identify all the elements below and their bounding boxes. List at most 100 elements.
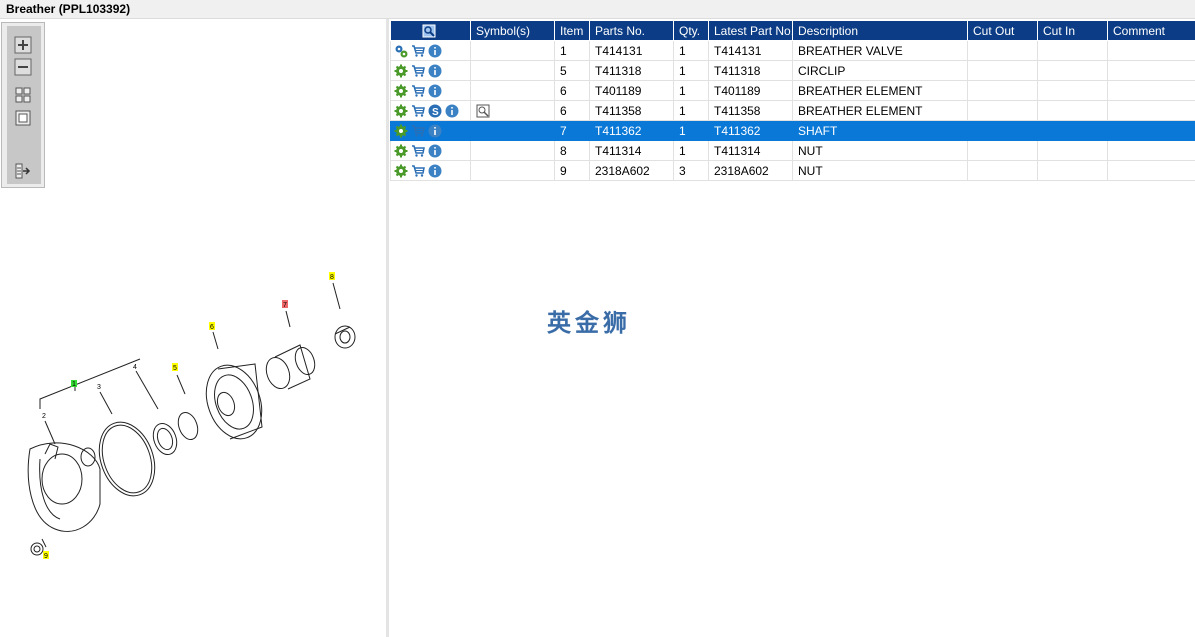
column-header-cut-in[interactable]: Cut In <box>1037 20 1108 41</box>
cut-out-cell <box>967 140 1038 161</box>
parts-no-cell: T411358 <box>589 100 674 121</box>
row-action-icons <box>390 60 471 81</box>
cart-icon[interactable] <box>411 144 425 158</box>
symbols-cell <box>470 140 555 161</box>
symbols-cell <box>470 100 555 121</box>
info-icon[interactable] <box>428 44 442 58</box>
row-action-icons <box>390 140 471 161</box>
info-icon[interactable] <box>428 124 442 138</box>
callout-7: 7 <box>283 302 287 309</box>
cut-in-cell <box>1037 40 1108 61</box>
table-row[interactable]: 5 T411318 1 T411318 CIRCLIP <box>390 60 1195 81</box>
item-cell: 6 <box>554 100 590 121</box>
symbols-cell <box>470 120 555 141</box>
seal-part <box>152 423 178 455</box>
cart-icon[interactable] <box>411 104 425 118</box>
callout-3: 3 <box>97 384 101 391</box>
details-gear-icon[interactable] <box>394 124 408 138</box>
callout-9: 9 <box>44 553 48 560</box>
cart-icon[interactable] <box>411 164 425 178</box>
details-gear-icon[interactable] <box>394 104 408 118</box>
info-icon[interactable] <box>428 144 442 158</box>
table-row[interactable]: 8 T411314 1 T411314 NUT <box>390 140 1195 161</box>
shaft-part <box>265 357 291 389</box>
o-ring-part <box>98 421 156 497</box>
info-icon[interactable] <box>428 164 442 178</box>
symbol-view-icon[interactable] <box>476 104 490 118</box>
zoom-in-icon[interactable] <box>14 36 32 54</box>
callout-2: 2 <box>42 413 46 420</box>
symbols-cell <box>470 80 555 101</box>
item-cell: 9 <box>554 160 590 181</box>
callout-1: 1 <box>72 381 76 388</box>
column-header-latest-part-no[interactable]: Latest Part No. <box>708 20 793 41</box>
supersession-s-icon[interactable]: S <box>428 104 442 118</box>
table-row[interactable]: 1 T414131 1 T414131 BREATHER VALVE <box>390 40 1195 61</box>
exploded-diagram[interactable]: 1 2 3 4 5 6 7 8 9 <box>0 19 386 637</box>
latest-part-no-cell: T401189 <box>708 80 793 101</box>
cut-out-cell <box>967 60 1038 81</box>
parts-no-cell: 2318A602 <box>589 160 674 181</box>
column-header-qty[interactable]: Qty. <box>673 20 709 41</box>
watermark-text: 英金狮 <box>547 309 631 337</box>
latest-part-no-cell: T411314 <box>708 140 793 161</box>
item-cell: 6 <box>554 80 590 101</box>
column-header-symbols[interactable]: Symbol(s) <box>470 20 555 41</box>
cut-in-cell <box>1037 140 1108 161</box>
bracket-line <box>39 358 141 409</box>
description-cell: NUT <box>792 160 968 181</box>
zoom-out-icon[interactable] <box>14 58 32 76</box>
column-header-cut-out[interactable]: Cut Out <box>967 20 1038 41</box>
row-action-icons <box>390 120 471 141</box>
housing-part <box>27 442 101 532</box>
details-gear-icon[interactable] <box>394 64 408 78</box>
info-icon[interactable] <box>445 104 459 118</box>
details-gear-icon[interactable] <box>394 84 408 98</box>
column-header-search[interactable] <box>390 20 471 41</box>
qty-cell: 1 <box>673 80 709 101</box>
table-row[interactable]: 7 T411362 1 T411362 SHAFT <box>390 120 1195 141</box>
symbols-cell <box>470 60 555 81</box>
table-row[interactable]: 6 T401189 1 T401189 BREATHER ELEMENT <box>390 80 1195 101</box>
column-header-parts-no[interactable]: Parts No. <box>589 20 674 41</box>
fit-all-icon[interactable] <box>14 86 32 104</box>
symbols-cell <box>470 160 555 181</box>
parts-no-cell: T401189 <box>589 80 674 101</box>
details-gear-icon[interactable] <box>394 44 408 58</box>
cart-icon[interactable] <box>411 84 425 98</box>
callout-6: 6 <box>210 324 214 331</box>
parts-no-cell: T411362 <box>589 120 674 141</box>
search-magnifier-icon[interactable] <box>422 24 436 38</box>
description-cell: BREATHER ELEMENT <box>792 80 968 101</box>
table-header-row: Symbol(s) Item Parts No. Qty. Latest Par… <box>390 20 1195 41</box>
cart-icon[interactable] <box>411 44 425 58</box>
table-row[interactable]: S 6 T411358 1 T411358 BREATHER ELEMENT <box>390 100 1195 121</box>
info-icon[interactable] <box>428 64 442 78</box>
svg-text:S: S <box>432 107 439 118</box>
item-cell: 5 <box>554 60 590 81</box>
latest-part-no-cell: 2318A602 <box>708 160 793 181</box>
column-header-comment[interactable]: Comment <box>1107 20 1195 41</box>
info-icon[interactable] <box>428 84 442 98</box>
column-header-description[interactable]: Description <box>792 20 968 41</box>
qty-cell: 1 <box>673 60 709 81</box>
details-gear-icon[interactable] <box>394 144 408 158</box>
cart-icon[interactable] <box>411 64 425 78</box>
comment-cell <box>1107 40 1195 61</box>
qty-cell: 1 <box>673 100 709 121</box>
details-gear-icon[interactable] <box>394 164 408 178</box>
qty-cell: 1 <box>673 140 709 161</box>
callout-4: 4 <box>133 364 137 371</box>
parts-table: Symbol(s) Item Parts No. Qty. Latest Par… <box>390 20 1195 181</box>
symbols-cell <box>470 40 555 61</box>
qty-cell: 3 <box>673 160 709 181</box>
diagram-pane[interactable]: 1 2 3 4 5 6 7 8 9 <box>0 19 386 637</box>
table-row[interactable]: 9 2318A602 3 2318A602 NUT <box>390 160 1195 181</box>
cart-icon[interactable] <box>411 124 425 138</box>
description-cell: BREATHER ELEMENT <box>792 100 968 121</box>
window-title: Breather (PPL103392) <box>0 0 1195 19</box>
row-action-icons <box>390 80 471 101</box>
column-header-item[interactable]: Item <box>554 20 590 41</box>
actual-size-icon[interactable] <box>14 109 32 127</box>
export-list-icon[interactable] <box>14 162 32 180</box>
